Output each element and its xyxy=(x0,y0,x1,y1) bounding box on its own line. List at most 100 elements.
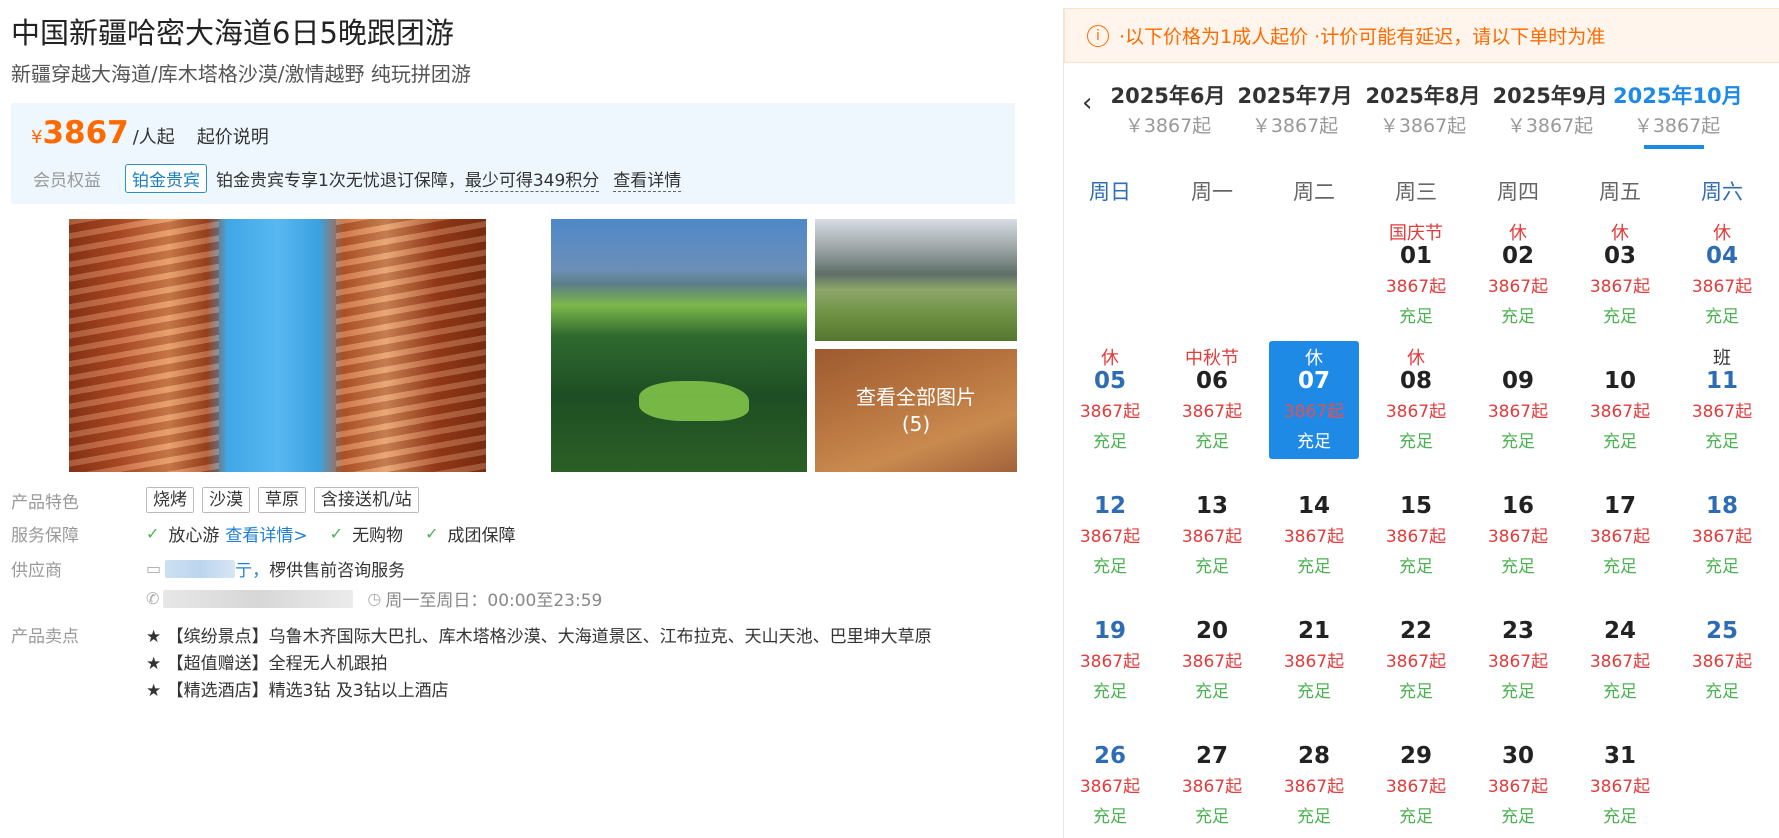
currency-symbol: ¥ xyxy=(31,127,43,148)
month-tab-2[interactable]: 2025年8月 ￥3867起 xyxy=(1359,80,1487,138)
price-amount: 3867 xyxy=(42,115,129,151)
price-notice: i ·以下价格为1成人起价 ·计价可能有延迟，请以下单时为准 xyxy=(1064,8,1779,63)
active-month-indicator xyxy=(1644,145,1704,149)
calendar-day-16[interactable]: 16 3867起 充足 xyxy=(1473,466,1563,584)
calendar-day-06[interactable]: 中秋节 06 3867起 充足 xyxy=(1167,341,1257,459)
gallery-main-image[interactable] xyxy=(69,219,486,472)
member-label: 会员权益 xyxy=(33,171,101,191)
image-count: (5) xyxy=(901,411,931,436)
view-all-label: 查看全部图片 xyxy=(856,384,976,409)
service-label: 服务保障 xyxy=(11,526,79,546)
calendar-day-15[interactable]: 15 3867起 充足 xyxy=(1371,466,1461,584)
day-number: 28 xyxy=(1297,743,1330,769)
day-number: 18 xyxy=(1705,493,1738,519)
day-price: 3867起 xyxy=(1691,652,1753,672)
notice-text: ·以下价格为1成人起价 ·计价可能有延迟，请以下单时为准 xyxy=(1119,26,1606,48)
day-price: 3867起 xyxy=(1385,402,1447,422)
calendar-day-11[interactable]: 班 11 3867起 充足 xyxy=(1677,341,1767,459)
calendar-day-25[interactable]: 25 3867起 充足 xyxy=(1677,591,1767,709)
day-number: 29 xyxy=(1399,743,1432,769)
day-holiday-label: 中秋节 xyxy=(1185,348,1239,369)
day-price: 3867起 xyxy=(1385,777,1447,797)
features-label: 产品特色 xyxy=(11,492,79,513)
calendar-day-09[interactable]: 09 3867起 充足 xyxy=(1473,341,1563,459)
calendar-day-26[interactable]: 26 3867起 充足 xyxy=(1065,716,1155,834)
month-tab-3[interactable]: 2025年9月 ￥3867起 xyxy=(1486,80,1614,138)
feature-tag: 草原 xyxy=(258,487,306,513)
calendar-day-27[interactable]: 27 3867起 充足 xyxy=(1167,716,1257,834)
calendar-day-31[interactable]: 31 3867起 充足 xyxy=(1575,716,1665,834)
day-price: 3867起 xyxy=(1181,527,1243,547)
calendar-day-22[interactable]: 22 3867起 充足 xyxy=(1371,591,1461,709)
day-stock: 充足 xyxy=(1603,557,1637,577)
clock-icon: ◷ xyxy=(367,589,382,608)
calendar-day-24[interactable]: 24 3867起 充足 xyxy=(1575,591,1665,709)
member-detail-link[interactable]: 查看详情 xyxy=(613,166,682,192)
selling-points-label: 产品卖点 xyxy=(11,627,79,647)
day-stock: 充足 xyxy=(1297,432,1331,452)
day-stock: 充足 xyxy=(1399,432,1433,452)
calendar-day-07[interactable]: 休 07 3867起 充足 xyxy=(1269,341,1359,459)
day-holiday-label: 休 xyxy=(1713,223,1731,244)
day-number: 05 xyxy=(1093,368,1126,394)
day-number: 27 xyxy=(1195,743,1228,769)
selling-points-label-row: 产品卖点 xyxy=(11,622,146,647)
calendar-day-14[interactable]: 14 3867起 充足 xyxy=(1269,466,1359,584)
chevron-left-icon[interactable]: ‹ xyxy=(1082,88,1092,118)
calendar-day-17[interactable]: 17 3867起 充足 xyxy=(1575,466,1665,584)
day-stock: 充足 xyxy=(1603,432,1637,452)
supplier-desc: 椤供售前咨询服务 xyxy=(269,561,406,581)
gallery-image-3[interactable] xyxy=(815,219,1017,341)
feature-tag: 烧烤 xyxy=(146,487,194,513)
day-holiday-label: 国庆节 xyxy=(1389,223,1443,244)
day-stock: 充足 xyxy=(1195,432,1229,452)
month-tab-1[interactable]: 2025年7月 ￥3867起 xyxy=(1231,80,1359,138)
day-price: 3867起 xyxy=(1181,652,1243,672)
day-stock: 充足 xyxy=(1093,807,1127,827)
calendar-day-23[interactable]: 23 3867起 充足 xyxy=(1473,591,1563,709)
member-benefit-text: 铂金贵宾专享1次无忧退订保障， xyxy=(216,171,465,191)
day-holiday-label: 休 xyxy=(1305,348,1323,369)
day-holiday-label: 休 xyxy=(1509,223,1527,244)
calendar-day-03[interactable]: 休 03 3867起 充足 xyxy=(1575,216,1665,334)
calendar-day-10[interactable]: 10 3867起 充足 xyxy=(1575,341,1665,459)
calendar-day-04[interactable]: 休 04 3867起 充足 xyxy=(1677,216,1767,334)
calendar-day-20[interactable]: 20 3867起 充足 xyxy=(1167,591,1257,709)
calendar-day-13[interactable]: 13 3867起 充足 xyxy=(1167,466,1257,584)
calendar-day-21[interactable]: 21 3867起 充足 xyxy=(1269,591,1359,709)
day-price: 3867起 xyxy=(1385,277,1447,297)
calendar-day-02[interactable]: 休 02 3867起 充足 xyxy=(1473,216,1563,334)
calendar-day-01[interactable]: 国庆节 01 3867起 充足 xyxy=(1371,216,1461,334)
month-name: 2025年7月 xyxy=(1237,84,1353,108)
weekday-header: 周六 xyxy=(1701,180,1743,204)
selling-point: ★ 【超值赠送】全程无人机跟拍 xyxy=(146,654,388,674)
calendar-day-08[interactable]: 休 08 3867起 充足 xyxy=(1371,341,1461,459)
day-stock: 充足 xyxy=(1399,557,1433,577)
day-stock: 充足 xyxy=(1501,307,1535,327)
month-tab-4[interactable]: 2025年10月 ￥3867起 xyxy=(1613,80,1743,138)
selling-point: ★ 【精选酒店】精选3钻 及3钻以上酒店 xyxy=(146,681,449,701)
gallery-image-2[interactable] xyxy=(551,219,807,472)
price-explain-link[interactable]: 起价说明 xyxy=(197,123,269,149)
calendar-day-19[interactable]: 19 3867起 充足 xyxy=(1065,591,1155,709)
service-detail-link[interactable]: 查看详情> xyxy=(225,521,307,546)
day-number: 25 xyxy=(1705,618,1738,644)
calendar-day-29[interactable]: 29 3867起 充足 xyxy=(1371,716,1461,834)
day-price: 3867起 xyxy=(1079,652,1141,672)
calendar-day-28[interactable]: 28 3867起 充足 xyxy=(1269,716,1359,834)
supplier-contact-row: ✆ ◷ 周一至周日：00:00至23:59 xyxy=(146,586,602,611)
calendar-day-05[interactable]: 休 05 3867起 充足 xyxy=(1065,341,1155,459)
member-points[interactable]: 最少可得349积分 xyxy=(464,166,600,192)
gallery-view-all-button[interactable]: 查看全部图片 (5) xyxy=(815,349,1017,472)
day-number: 24 xyxy=(1603,618,1636,644)
month-name: 2025年8月 xyxy=(1365,84,1481,108)
day-stock: 充足 xyxy=(1195,682,1229,702)
member-badge: 铂金贵宾 xyxy=(125,164,207,193)
weekday-header: 周五 xyxy=(1599,180,1641,204)
day-holiday-label: 休 xyxy=(1407,348,1425,369)
calendar-day-18[interactable]: 18 3867起 充足 xyxy=(1677,466,1767,584)
calendar-day-12[interactable]: 12 3867起 充足 xyxy=(1065,466,1155,584)
calendar-day-30[interactable]: 30 3867起 充足 xyxy=(1473,716,1563,834)
month-tab-0[interactable]: 2025年6月 ￥3867起 xyxy=(1104,80,1232,138)
day-number: 14 xyxy=(1297,493,1330,519)
